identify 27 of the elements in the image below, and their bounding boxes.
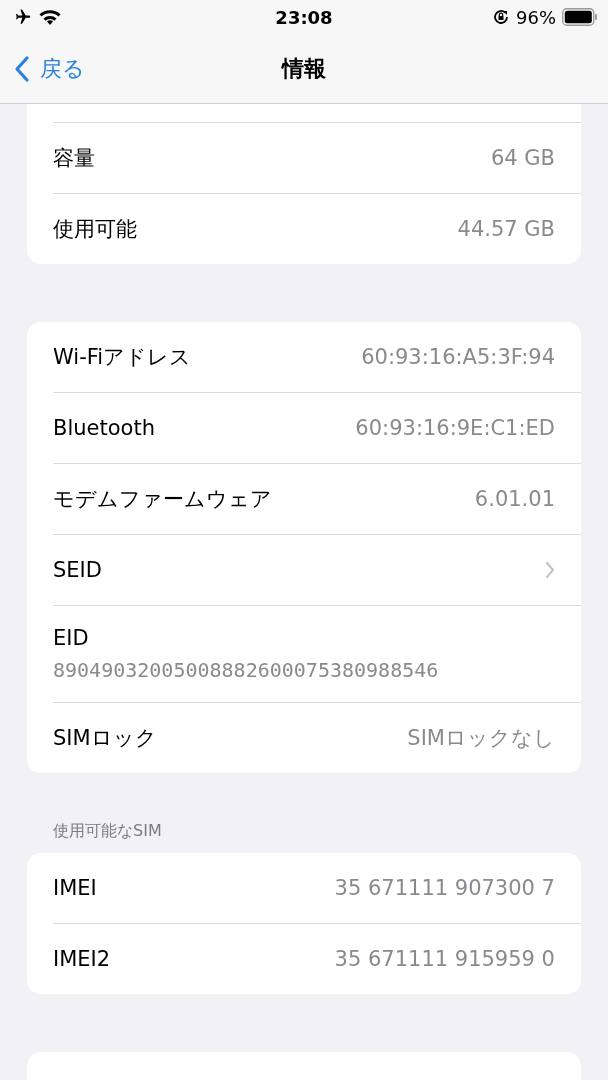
- row-value: 35 671111 915959 0: [334, 947, 555, 971]
- row-value: 60:93:16:9E:C1:ED: [355, 416, 555, 440]
- row-label: 使用可能: [53, 216, 137, 243]
- row-label: Wi-Fiアドレス: [53, 344, 192, 371]
- row-value: 44.57 GB: [457, 217, 555, 241]
- section-header: 使用可能なSIM: [53, 821, 163, 842]
- row-value: 6.01.01: [474, 487, 555, 511]
- nav-title: 情報: [282, 54, 326, 83]
- row-label: IMEI2: [53, 947, 111, 971]
- battery-percent: 96%: [516, 6, 556, 28]
- battery-icon: [562, 8, 598, 26]
- row-label: EID: [53, 626, 89, 650]
- row-value: 89049032005008882600075380988546: [53, 658, 439, 682]
- row-label: Bluetooth: [53, 416, 155, 440]
- chevron-right-icon: [545, 561, 555, 579]
- row-value: SIMロックなし: [407, 725, 555, 752]
- row-label: IMEI: [53, 876, 97, 900]
- status-time: 23:08: [275, 6, 333, 28]
- row-label: SIMロック: [53, 725, 157, 752]
- row-value: 60:93:16:A5:3F:94: [361, 345, 555, 369]
- row-value: 35 671111 907300 7: [334, 876, 555, 900]
- settings-row[interactable]: SEID: [53, 534, 581, 605]
- chevron-left-icon: [14, 54, 30, 83]
- row-label: モデムファームウェア: [53, 486, 272, 513]
- back-button[interactable]: 戻る: [14, 53, 85, 84]
- row-label: 容量: [53, 145, 95, 172]
- row-value: 64 GB: [490, 146, 555, 170]
